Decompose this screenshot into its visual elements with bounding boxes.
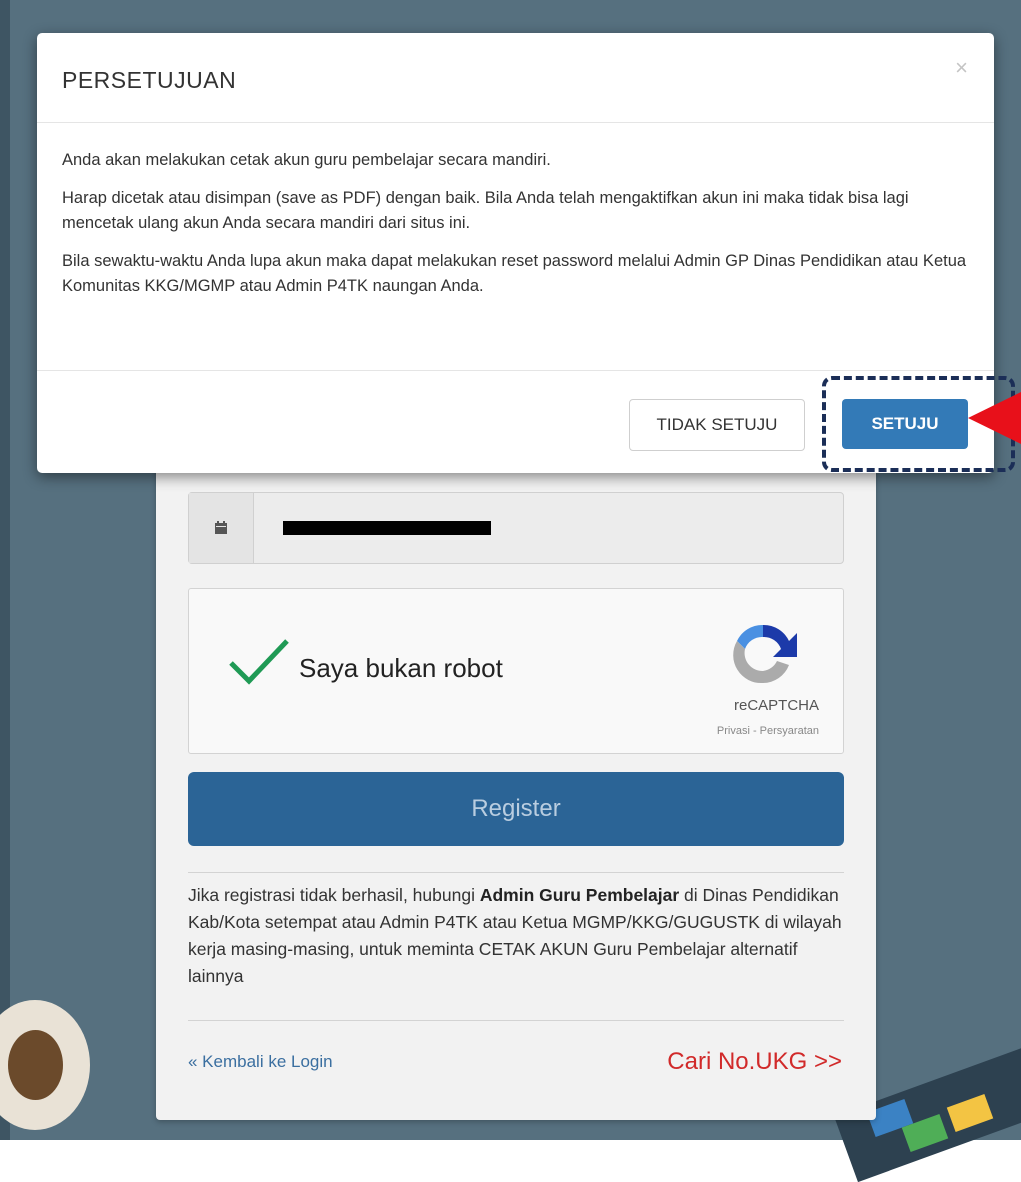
calendar-icon bbox=[215, 521, 227, 534]
back-to-login-link[interactable]: « Kembali ke Login bbox=[188, 1052, 333, 1072]
modal-header: PERSETUJUAN × bbox=[37, 33, 994, 123]
checkmark-icon[interactable] bbox=[227, 637, 291, 687]
calendar-addon bbox=[189, 493, 254, 563]
disagree-button[interactable]: TIDAK SETUJU bbox=[629, 399, 805, 451]
redaction-bar bbox=[283, 521, 491, 535]
modal-paragraph: Anda akan melakukan cetak akun guru pemb… bbox=[62, 151, 551, 169]
pointer-arrow-icon bbox=[968, 392, 1021, 444]
registration-help-text: Jika registrasi tidak berhasil, hubungi … bbox=[188, 882, 848, 990]
divider bbox=[188, 872, 844, 873]
recaptcha-brand: reCAPTCHA bbox=[733, 697, 819, 714]
close-icon[interactable]: × bbox=[955, 55, 968, 81]
divider bbox=[188, 1020, 844, 1021]
birth-date-field[interactable] bbox=[188, 492, 844, 564]
modal-body: Anda akan melakukan cetak akun guru pemb… bbox=[62, 148, 982, 312]
modal-paragraph: Harap dicetak atau disimpan (save as PDF… bbox=[62, 189, 909, 232]
help-text-prefix: Jika registrasi tidak berhasil, hubungi bbox=[188, 885, 480, 905]
modal-paragraph: Bila sewaktu-waktu Anda lupa akun maka d… bbox=[62, 252, 967, 295]
search-ukg-link[interactable]: Cari No.UKG >> bbox=[667, 1048, 842, 1076]
register-button[interactable]: Register bbox=[188, 772, 844, 846]
modal-title: PERSETUJUAN bbox=[62, 67, 237, 93]
recaptcha-terms-link[interactable]: Privasi - Persyaratan bbox=[679, 725, 819, 737]
recaptcha-logo-icon bbox=[733, 624, 797, 684]
recaptcha-widget: Saya bukan robot reCAPTCHA Privasi - Per… bbox=[188, 588, 844, 754]
registration-card: Saya bukan robot reCAPTCHA Privasi - Per… bbox=[156, 420, 876, 1120]
captcha-label: Saya bukan robot bbox=[299, 653, 503, 683]
help-text-admin: Admin Guru Pembelajar bbox=[479, 885, 680, 905]
